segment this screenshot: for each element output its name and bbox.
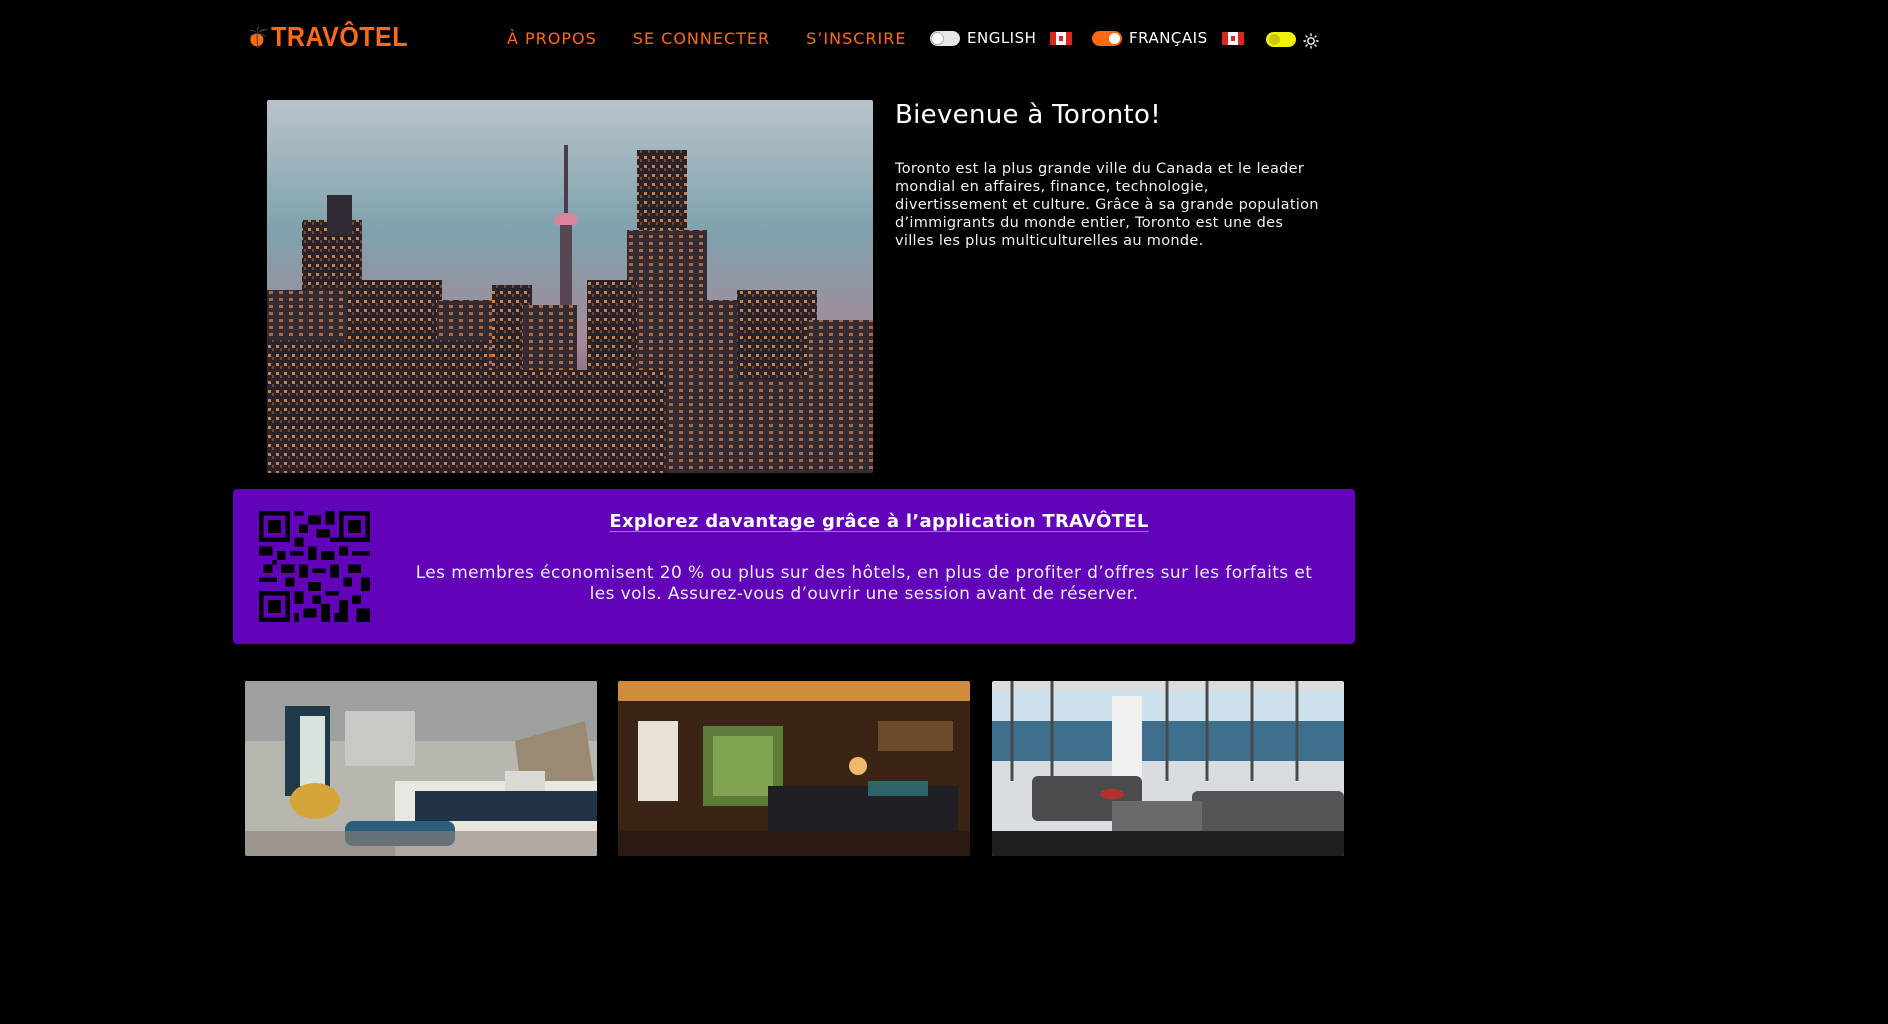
qr-code-icon[interactable]: [259, 511, 370, 622]
main-nav: À PROPOS SE CONNECTER S’INSCRIRE: [507, 29, 906, 48]
promo-app-link[interactable]: Explorez davantage grâce à l’application…: [403, 511, 1355, 532]
french-label: FRANÇAIS: [1129, 29, 1208, 47]
travotel-logo[interactable]: TRAVÔTEL: [248, 8, 408, 66]
sun-icon[interactable]: [1303, 33, 1319, 49]
canada-flag-icon: [1050, 31, 1073, 45]
page-title: Bievenue à Toronto!: [895, 100, 1161, 130]
nav-login-link[interactable]: SE CONNECTER: [633, 29, 770, 48]
app-promo-banner: Explorez davantage grâce à l’application…: [233, 489, 1355, 644]
hotel-room-image: [245, 681, 597, 856]
language-french: FRANÇAIS: [1092, 29, 1244, 47]
palm-tree-icon: [248, 26, 268, 49]
toronto-skyline-image: [267, 100, 873, 473]
brand-name: TRAVÔTEL: [271, 21, 408, 52]
nav-about-link[interactable]: À PROPOS: [507, 29, 597, 48]
promo-description: Les membres économisent 20 % ou plus sur…: [415, 563, 1313, 604]
hotel-card-1[interactable]: [245, 681, 597, 856]
english-label: ENGLISH: [967, 29, 1037, 47]
theme-toggle[interactable]: [1266, 32, 1296, 47]
hotel-room-image: [992, 681, 1344, 856]
english-toggle[interactable]: [930, 30, 960, 46]
canada-flag-icon: [1221, 31, 1244, 45]
hotel-room-image: [618, 681, 970, 856]
hero-description: Toronto est la plus grande ville du Cana…: [895, 161, 1319, 249]
hotel-card-3[interactable]: [992, 681, 1344, 856]
french-toggle[interactable]: [1092, 30, 1122, 46]
hotel-card-2[interactable]: [618, 681, 970, 856]
nav-signup-link[interactable]: S’INSCRIRE: [806, 29, 906, 48]
language-english: ENGLISH: [930, 29, 1073, 47]
